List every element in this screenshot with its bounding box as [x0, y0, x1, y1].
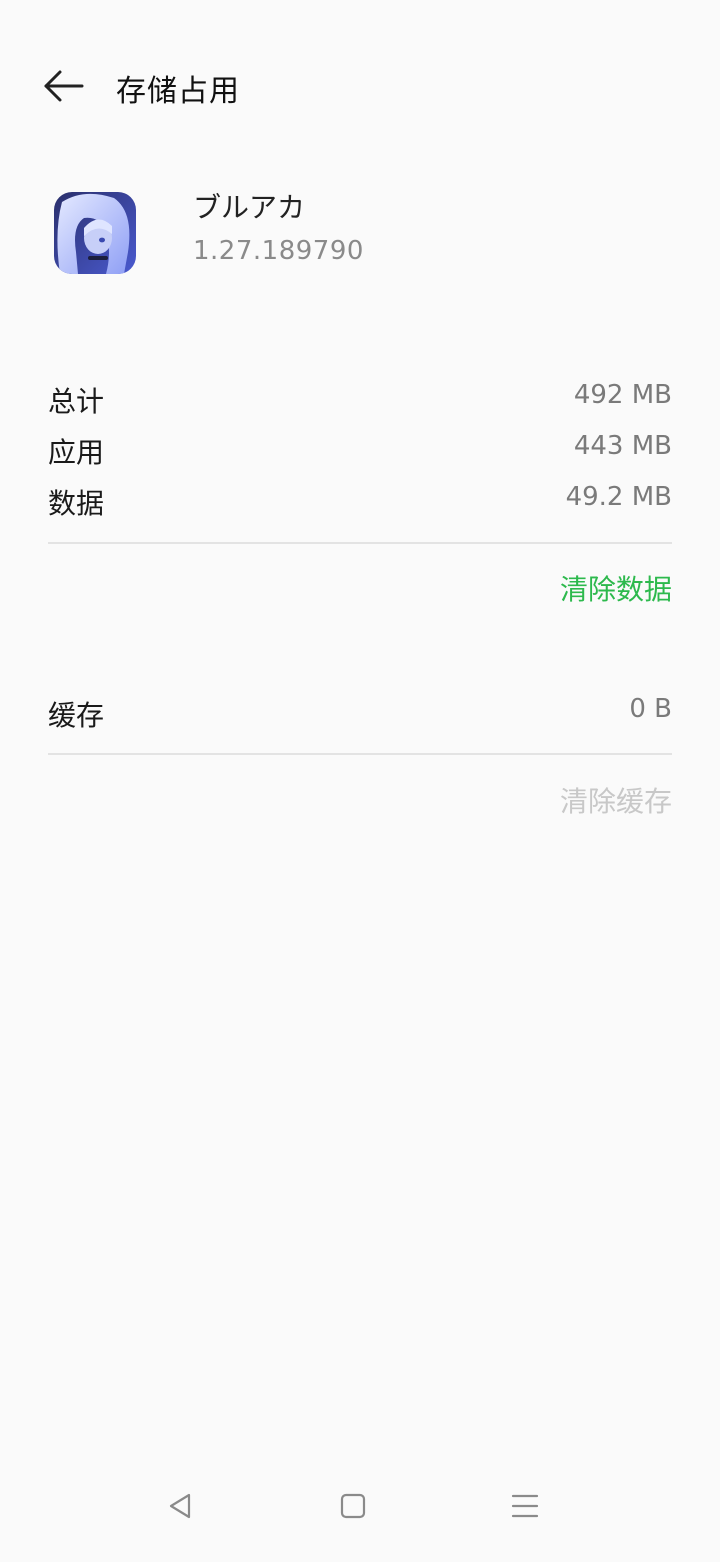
arrow-left-icon: [44, 70, 84, 102]
app-icon: [54, 192, 136, 274]
divider: [48, 753, 672, 755]
nav-recents-button[interactable]: [505, 1486, 545, 1526]
cache-row: 缓存 0 B: [48, 686, 672, 737]
storage-row-total: 总计 492 MB: [48, 372, 672, 423]
storage-row-value: 443 MB: [573, 431, 672, 461]
storage-row-value: 492 MB: [573, 380, 672, 410]
nav-back-button[interactable]: [161, 1486, 201, 1526]
storage-row-value: 49.2 MB: [565, 482, 672, 512]
square-home-icon: [340, 1493, 366, 1519]
menu-recents-icon: [511, 1494, 539, 1518]
clear-data-button[interactable]: 清除数据: [560, 568, 672, 608]
storage-row-label: 数据: [48, 487, 105, 520]
storage-usage-page: 存储占用 ブルアカ 1.27.189790 总计 492 MB 应用 443 M…: [0, 0, 720, 1562]
system-navigation-bar: [0, 1452, 720, 1562]
page-title: 存储占用: [116, 74, 240, 109]
cache-value: 0 B: [629, 694, 672, 724]
storage-row-app: 应用 443 MB: [48, 423, 672, 474]
app-info: ブルアカ 1.27.189790: [0, 186, 720, 286]
back-button[interactable]: [38, 64, 90, 108]
storage-row-label: 应用: [48, 436, 105, 469]
storage-summary: 总计 492 MB 应用 443 MB 数据 49.2 MB: [48, 372, 672, 525]
nav-home-button[interactable]: [333, 1486, 373, 1526]
app-version: 1.27.189790: [193, 236, 364, 266]
storage-row-data: 数据 49.2 MB: [48, 474, 672, 525]
triangle-back-icon: [169, 1493, 191, 1519]
divider: [48, 542, 672, 544]
app-bar: 存储占用: [0, 56, 720, 116]
cache-label: 缓存: [48, 699, 105, 732]
clear-cache-button: 清除缓存: [559, 785, 672, 818]
app-name: ブルアカ: [193, 191, 306, 224]
storage-row-label: 总计: [48, 385, 105, 418]
